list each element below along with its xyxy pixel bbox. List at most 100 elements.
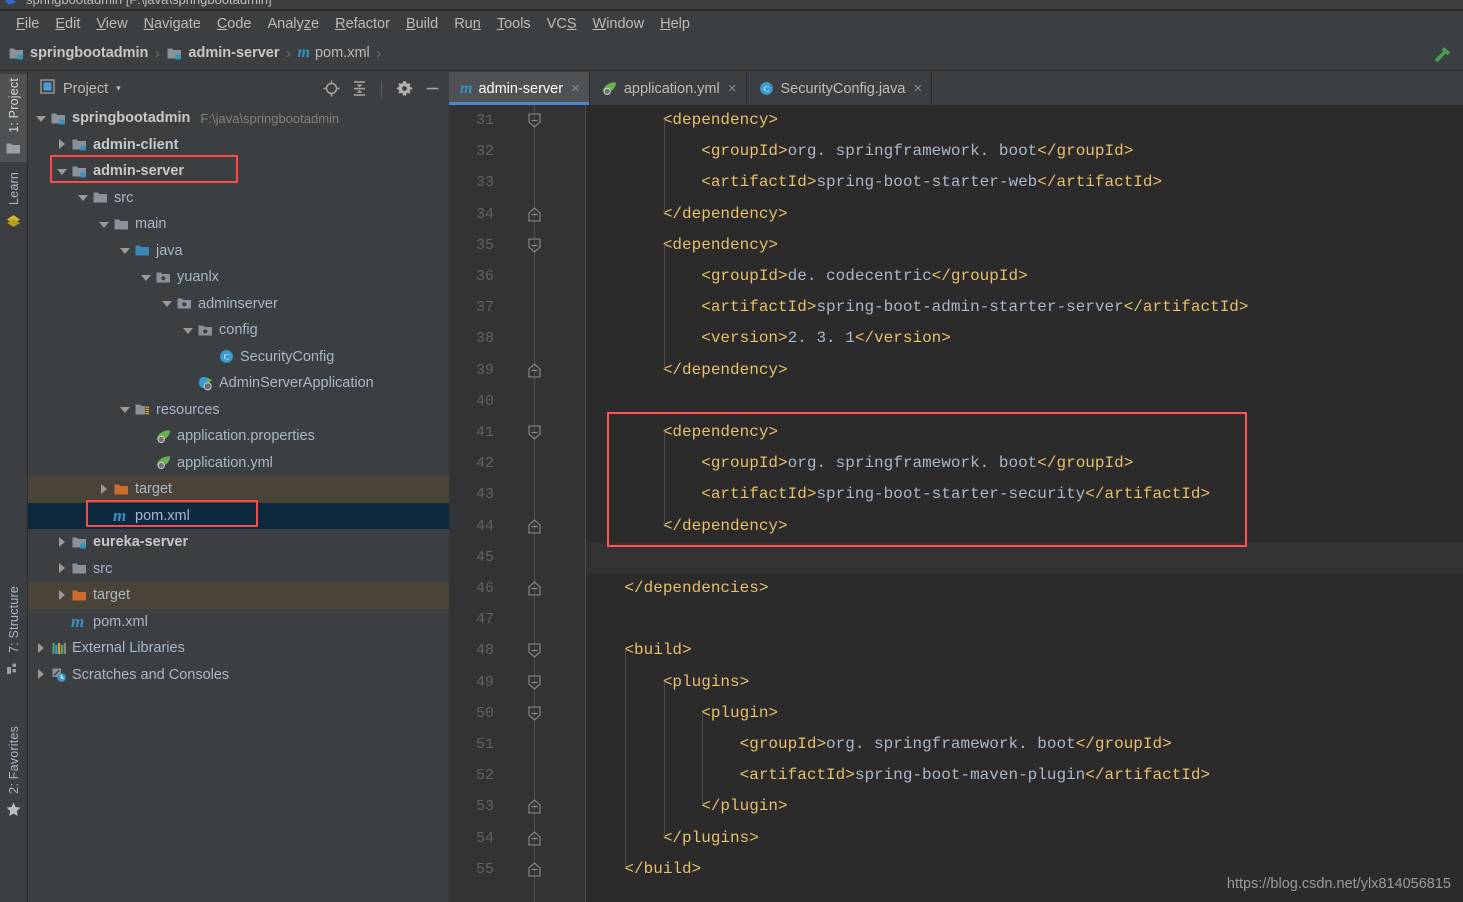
tree-row-application-properties[interactable]: application.properties bbox=[28, 423, 449, 450]
tree-row-springbootadmin[interactable]: springbootadmin F:\java\springbootadmin bbox=[28, 105, 449, 132]
fold-toggle-icon[interactable] bbox=[527, 113, 542, 128]
tree-row-application-yml[interactable]: application.yml bbox=[28, 450, 449, 477]
chevron-down-icon[interactable] bbox=[141, 272, 152, 283]
code-line[interactable] bbox=[586, 604, 1463, 635]
tree-row-admin-client[interactable]: admin-client bbox=[28, 132, 449, 159]
code-line[interactable]: <groupId>de. codecentric</groupId> bbox=[586, 261, 1463, 292]
fold-toggle-icon[interactable] bbox=[527, 206, 542, 222]
chevron-down-icon[interactable] bbox=[36, 113, 47, 124]
tree-row-main[interactable]: main bbox=[28, 211, 449, 238]
chevron-down-icon[interactable] bbox=[162, 298, 173, 309]
fold-toggle-icon[interactable] bbox=[527, 518, 542, 534]
tree-row-resources[interactable]: resources bbox=[28, 397, 449, 424]
code-text-content[interactable]: <dependency> <groupId>org. springframewo… bbox=[586, 105, 1463, 902]
tree-row-java[interactable]: java bbox=[28, 238, 449, 265]
close-icon[interactable]: × bbox=[728, 81, 737, 96]
locate-icon[interactable] bbox=[322, 80, 340, 98]
chevron-right-icon[interactable] bbox=[36, 642, 47, 654]
fold-toggle-icon[interactable] bbox=[527, 862, 542, 877]
chevron-down-icon[interactable] bbox=[78, 192, 89, 203]
breadcrumb-pom-xml[interactable]: m pom.xml bbox=[298, 36, 370, 70]
project-file-tree[interactable]: springbootadmin F:\java\springbootadmin ad… bbox=[28, 105, 449, 902]
gear-icon[interactable] bbox=[395, 80, 413, 98]
code-line[interactable]: <artifactId>spring-boot-starter-security… bbox=[586, 479, 1463, 510]
tree-row-target[interactable]: target bbox=[28, 476, 449, 503]
code-line[interactable]: </dependencies> bbox=[586, 573, 1463, 604]
code-line[interactable]: <artifactId>spring-boot-admin-starter-se… bbox=[586, 292, 1463, 323]
fold-toggle-icon[interactable] bbox=[527, 238, 542, 253]
fold-toggle-icon[interactable] bbox=[527, 706, 542, 721]
fold-toggle-icon[interactable] bbox=[527, 362, 542, 378]
close-icon[interactable]: × bbox=[913, 81, 922, 96]
tool-tab-7-structure[interactable]: 7: Structure bbox=[0, 582, 27, 682]
menu-edit[interactable]: Edit bbox=[47, 14, 88, 34]
tree-row-src[interactable]: src bbox=[28, 185, 449, 212]
breadcrumb-springbootadmin[interactable]: springbootadmin bbox=[8, 36, 148, 70]
menu-code[interactable]: Code bbox=[209, 14, 260, 34]
fold-toggle-icon[interactable] bbox=[527, 830, 542, 846]
tree-row-adminserver[interactable]: adminserver bbox=[28, 291, 449, 318]
code-editor[interactable]: 31 32 33 34 35 36 37 38 39 40 41 42 43 44 45 46 47 48 49 50… bbox=[449, 105, 1463, 902]
tree-row-config[interactable]: config bbox=[28, 317, 449, 344]
code-line[interactable]: <plugins> bbox=[586, 667, 1463, 698]
code-line[interactable]: </plugins> bbox=[586, 823, 1463, 854]
fold-toggle-icon[interactable] bbox=[527, 581, 542, 596]
code-line[interactable]: <dependency> bbox=[586, 230, 1463, 261]
fold-toggle-icon[interactable] bbox=[527, 643, 542, 659]
code-line[interactable]: <dependency> bbox=[586, 105, 1463, 136]
code-line[interactable]: </dependency> bbox=[586, 199, 1463, 230]
menu-view[interactable]: View bbox=[88, 14, 135, 34]
code-line[interactable]: <dependency> bbox=[586, 417, 1463, 448]
code-line[interactable]: <version>2. 3. 1</version> bbox=[586, 323, 1463, 354]
tree-row-src[interactable]: src bbox=[28, 556, 449, 583]
chevron-down-icon[interactable] bbox=[120, 404, 131, 415]
chevron-right-icon[interactable] bbox=[36, 669, 47, 680]
code-line[interactable]: </dependency> bbox=[586, 355, 1463, 386]
tree-row-securityconfig[interactable]: C SecurityConfig bbox=[28, 344, 449, 371]
code-line[interactable]: <groupId>org. springframework. boot</gro… bbox=[586, 136, 1463, 167]
fold-toggle-icon[interactable] bbox=[527, 799, 542, 814]
tree-row-pom-xml[interactable]: m pom.xml bbox=[28, 609, 449, 636]
chevron-right-icon[interactable] bbox=[57, 139, 68, 150]
fold-toggle-icon[interactable] bbox=[527, 675, 542, 690]
menu-vcs[interactable]: VCS bbox=[539, 14, 585, 34]
editor-tab-securityconfig-java[interactable]: C SecurityConfig.java × bbox=[747, 72, 933, 105]
minimize-icon[interactable] bbox=[423, 80, 441, 98]
tree-row-external-libraries[interactable]: External Libraries bbox=[28, 635, 449, 662]
menu-file[interactable]: File bbox=[8, 14, 47, 34]
menu-navigate[interactable]: Navigate bbox=[136, 14, 209, 34]
editor-gutter[interactable]: 31 32 33 34 35 36 37 38 39 40 41 42 43 44 45 46 47 48 49 50… bbox=[449, 105, 586, 902]
tool-tab-learn[interactable]: Learn bbox=[0, 168, 27, 234]
tree-row-eureka-server[interactable]: eureka-server bbox=[28, 529, 449, 556]
collapse-all-icon[interactable] bbox=[350, 80, 368, 98]
code-line[interactable]: <plugin> bbox=[586, 698, 1463, 729]
code-line[interactable] bbox=[586, 386, 1463, 417]
code-line[interactable] bbox=[586, 541, 1463, 573]
menu-tools[interactable]: Tools bbox=[489, 14, 539, 34]
menu-build[interactable]: Build bbox=[398, 14, 446, 34]
tree-row-target[interactable]: target bbox=[28, 582, 449, 609]
chevron-right-icon[interactable] bbox=[57, 536, 68, 548]
menu-refactor[interactable]: Refactor bbox=[327, 14, 398, 34]
code-line[interactable]: <build> bbox=[586, 635, 1463, 666]
chevron-down-icon[interactable] bbox=[120, 245, 131, 256]
menu-run[interactable]: Run bbox=[446, 14, 489, 34]
editor-tab-application-yml[interactable]: application.yml × bbox=[590, 72, 747, 105]
code-line[interactable]: <groupId>org. springframework. boot</gro… bbox=[586, 729, 1463, 760]
menu-analyze[interactable]: Analyze bbox=[260, 14, 328, 34]
tool-tab-1-project[interactable]: 1: Project bbox=[0, 74, 27, 162]
breadcrumb-admin-server[interactable]: admin-server bbox=[166, 36, 280, 70]
code-line[interactable]: <groupId>org. springframework. boot</gro… bbox=[586, 448, 1463, 479]
menu-help[interactable]: Help bbox=[652, 14, 698, 34]
menu-window[interactable]: Window bbox=[585, 14, 653, 34]
chevron-right-icon[interactable] bbox=[57, 563, 68, 574]
tree-row-pom-xml[interactable]: m pom.xml bbox=[28, 502, 449, 529]
chevron-down-icon[interactable] bbox=[57, 166, 68, 177]
tree-row-yuanlx[interactable]: yuanlx bbox=[28, 264, 449, 291]
chevron-right-icon[interactable] bbox=[57, 589, 68, 601]
chevron-down-icon[interactable] bbox=[183, 325, 194, 336]
code-line[interactable]: </dependency> bbox=[586, 511, 1463, 542]
code-line[interactable]: <artifactId>spring-boot-starter-web</art… bbox=[586, 167, 1463, 198]
chevron-right-icon[interactable] bbox=[99, 483, 110, 495]
tree-row-adminserverapplication[interactable]: AdminServerApplication bbox=[28, 370, 449, 397]
